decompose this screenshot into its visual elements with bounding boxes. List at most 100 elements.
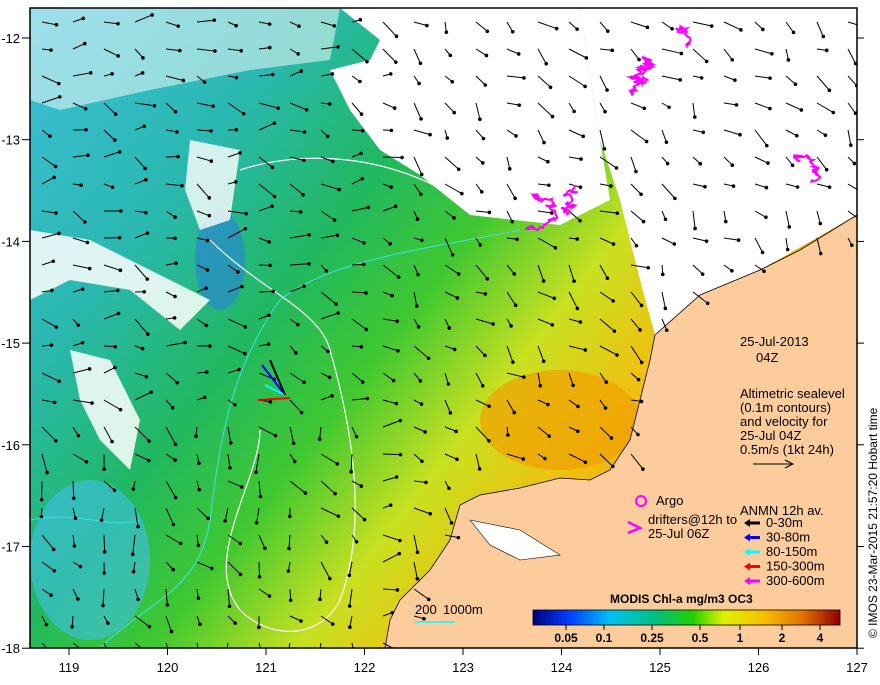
velocity-arrow-head	[110, 72, 114, 76]
velocity-arrow	[259, 291, 273, 292]
velocity-arrow-head	[174, 496, 178, 500]
velocity-arrow-head	[849, 143, 853, 147]
velocity-arrow-head	[197, 544, 201, 548]
velocity-arrow-head	[86, 241, 90, 245]
velocity-arrow-head	[353, 656, 357, 660]
velocity-arrow-head	[40, 515, 44, 519]
velocity-arrow-head	[84, 107, 88, 111]
velocity-arrow-head	[667, 105, 671, 109]
velocity-arrow-head	[639, 192, 643, 196]
velocity-arrow-head	[511, 30, 515, 34]
velocity-arrow-head	[307, 262, 311, 266]
velocity-arrow-head	[142, 290, 146, 294]
velocity-arrow-head	[176, 24, 180, 28]
velocity-arrow-head	[194, 435, 198, 439]
velocity-arrow-head	[739, 28, 743, 32]
velocity-arrow-head	[45, 623, 49, 627]
velocity-arrow-head	[147, 439, 151, 443]
velocity-arrow-head	[417, 82, 421, 86]
velocity-arrow-head	[113, 138, 117, 142]
velocity-arrow-head	[398, 539, 402, 543]
velocity-arrow-head	[546, 160, 550, 164]
velocity-arrow-head	[572, 279, 576, 283]
velocity-arrow-head	[79, 565, 83, 569]
velocity-arrow-head	[54, 439, 58, 443]
velocity-arrow-head	[57, 379, 61, 383]
velocity-arrow-head	[396, 588, 400, 592]
velocity-arrow-head	[54, 165, 58, 169]
velocity-arrow-head	[579, 157, 583, 161]
velocity-arrow-head	[240, 285, 244, 289]
velocity-arrow-head	[821, 35, 825, 39]
velocity-arrow-head	[449, 411, 453, 415]
velocity-arrow-head	[332, 24, 336, 28]
velocity-arrow-head	[360, 484, 364, 488]
velocity-arrow-head	[148, 653, 152, 657]
velocity-arrow-head	[235, 128, 239, 132]
velocity-arrow-head	[670, 27, 674, 31]
velocity-arrow-head	[491, 322, 495, 326]
velocity-arrow-head	[417, 325, 421, 329]
velocity-arrow-head	[700, 76, 704, 80]
velocity-arrow-head	[197, 596, 201, 600]
velocity-arrow-head	[615, 166, 619, 170]
lat-tick-label: -17	[1, 540, 20, 555]
velocity-arrow-head	[395, 475, 399, 479]
velocity-arrow-head	[450, 521, 454, 525]
velocity-arrow-head	[641, 467, 645, 471]
velocity-arrow-head	[136, 525, 140, 529]
velocity-arrow-head	[183, 341, 187, 345]
velocity-arrow-head	[318, 437, 322, 441]
velocity-arrow-head	[481, 161, 485, 165]
velocity-arrow-head	[455, 458, 459, 462]
velocity-arrow-head	[328, 577, 332, 581]
velocity-arrow-head	[268, 594, 272, 598]
velocity-arrow-head	[240, 485, 244, 489]
velocity-arrow-head	[581, 135, 585, 139]
velocity-arrow-head	[610, 436, 614, 440]
velocity-arrow-head	[197, 461, 201, 465]
velocity-arrow-head	[787, 58, 791, 62]
velocity-arrow-head	[119, 209, 123, 213]
velocity-arrow-head	[396, 349, 400, 353]
velocity-arrow-head	[268, 46, 272, 50]
velocity-arrow-head	[361, 177, 365, 181]
bathy-200-label: 200	[415, 602, 437, 617]
velocity-arrow-head	[483, 354, 487, 358]
anmn-depth-label: 300-600m	[766, 573, 825, 588]
velocity-arrow-head	[103, 550, 107, 554]
velocity-arrow-head	[273, 121, 277, 125]
velocity-arrow-head	[271, 73, 275, 77]
velocity-arrow-head	[737, 238, 741, 242]
velocity-arrow-head	[397, 275, 401, 279]
velocity-arrow-head	[770, 52, 774, 56]
velocity-arrow-head	[243, 352, 247, 356]
velocity-arrow-head	[119, 408, 123, 412]
velocity-arrow-head	[337, 188, 341, 192]
velocity-arrow-head	[547, 183, 551, 187]
velocity-arrow-head	[239, 49, 243, 53]
velocity-arrow-head	[542, 141, 546, 145]
velocity-arrow-head	[484, 83, 488, 87]
velocity-arrow-head	[150, 13, 154, 17]
velocity-arrow-head	[399, 453, 403, 457]
lon-tick-label: 125	[649, 660, 671, 675]
velocity-arrow-head	[85, 460, 89, 464]
velocity-arrow-head	[53, 401, 57, 405]
colorbar-tick-label: 1	[737, 631, 744, 645]
velocity-arrow-head	[645, 140, 649, 144]
velocity-arrow-head	[76, 323, 80, 327]
velocity-arrow-head	[299, 619, 303, 623]
lat-tick-label: -16	[1, 438, 20, 453]
velocity-arrow-head	[640, 400, 644, 404]
velocity-arrow-head	[106, 621, 110, 625]
velocity-arrow-head	[446, 136, 450, 140]
velocity-arrow-head	[420, 239, 424, 243]
velocity-arrow-head	[50, 289, 54, 293]
velocity-arrow-head	[296, 323, 300, 327]
velocity-arrow-head	[237, 368, 241, 372]
velocity-arrow-head	[828, 88, 832, 92]
velocity-arrow-head	[678, 78, 682, 82]
velocity-arrow-head	[289, 598, 293, 602]
velocity-arrow-head	[236, 270, 240, 274]
